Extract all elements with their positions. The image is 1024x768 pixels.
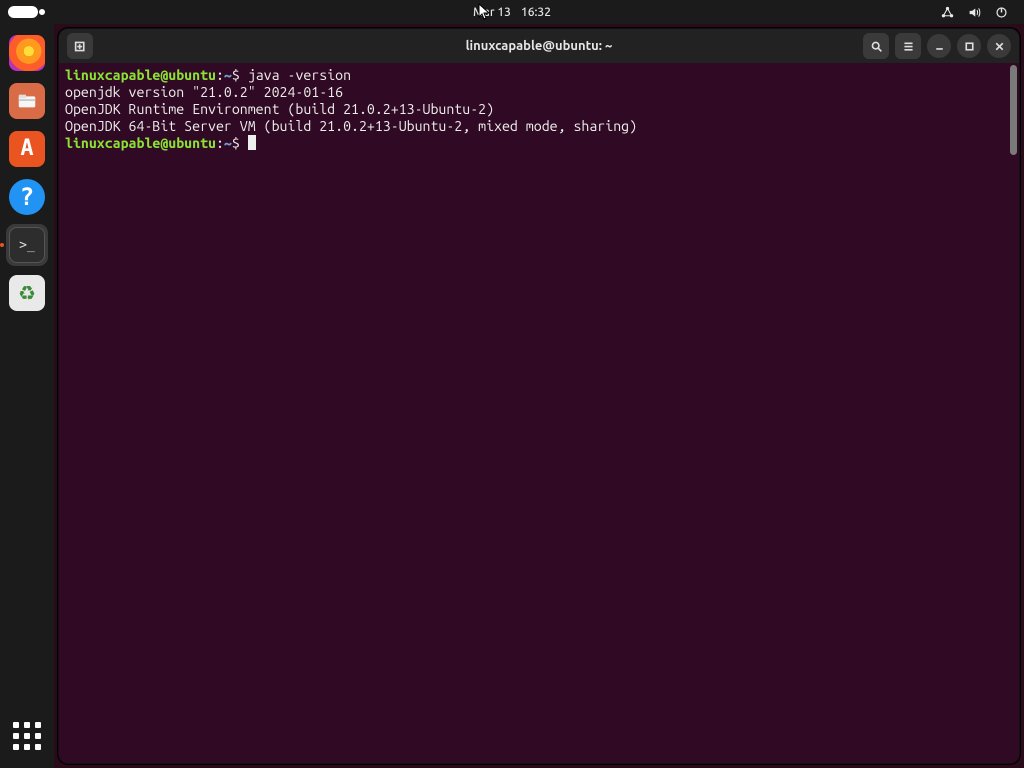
terminal-line: linuxcapable@ubuntu:~$ java -version bbox=[65, 67, 1013, 84]
terminal-cursor bbox=[248, 135, 256, 150]
volume-icon bbox=[968, 6, 981, 19]
terminal-line: linuxcapable@ubuntu:~$ bbox=[65, 135, 1013, 152]
network-icon bbox=[941, 6, 954, 19]
time-label: 16:32 bbox=[521, 6, 551, 19]
trash-icon: ♻ bbox=[9, 275, 45, 311]
dock: A ? >_ ♻ bbox=[0, 24, 54, 768]
window-title: linuxcapable@ubuntu: ~ bbox=[466, 39, 613, 53]
dock-item-terminal[interactable]: >_ bbox=[6, 224, 48, 266]
dock-item-software[interactable]: A bbox=[6, 128, 48, 170]
dock-item-files[interactable] bbox=[6, 80, 48, 122]
dock-item-help[interactable]: ? bbox=[6, 176, 48, 218]
terminal-line: OpenJDK Runtime Environment (build 21.0.… bbox=[65, 101, 1013, 118]
show-applications-button[interactable] bbox=[0, 722, 54, 750]
close-button[interactable] bbox=[987, 34, 1011, 58]
top-panel: Mar 13 16:32 bbox=[0, 0, 1024, 24]
mouse-cursor bbox=[478, 3, 492, 21]
power-icon bbox=[995, 6, 1008, 19]
maximize-button[interactable] bbox=[957, 34, 981, 58]
terminal-line: OpenJDK 64-Bit Server VM (build 21.0.2+1… bbox=[65, 118, 1013, 135]
terminal-scrollbar[interactable] bbox=[1010, 65, 1017, 155]
dock-item-firefox[interactable] bbox=[6, 32, 48, 74]
menu-button[interactable] bbox=[895, 33, 921, 59]
dock-item-trash[interactable]: ♻ bbox=[6, 272, 48, 314]
terminal-titlebar[interactable]: linuxcapable@ubuntu: ~ bbox=[59, 29, 1019, 63]
grid-icon bbox=[13, 722, 41, 750]
files-icon bbox=[9, 83, 45, 119]
activities-button[interactable] bbox=[8, 6, 38, 18]
help-icon: ? bbox=[9, 179, 45, 215]
new-tab-button[interactable] bbox=[67, 33, 93, 59]
terminal-icon: >_ bbox=[9, 227, 45, 263]
software-icon: A bbox=[9, 131, 45, 167]
terminal-window: linuxcapable@ubuntu: ~ linuxcap bbox=[58, 28, 1020, 764]
terminal-line: openjdk version "21.0.2" 2024-01-16 bbox=[65, 84, 1013, 101]
firefox-icon bbox=[9, 35, 45, 71]
search-button[interactable] bbox=[863, 33, 889, 59]
system-status-area[interactable] bbox=[941, 6, 1008, 19]
minimize-button[interactable] bbox=[927, 34, 951, 58]
terminal-body[interactable]: linuxcapable@ubuntu:~$ java -versionopen… bbox=[59, 63, 1019, 763]
